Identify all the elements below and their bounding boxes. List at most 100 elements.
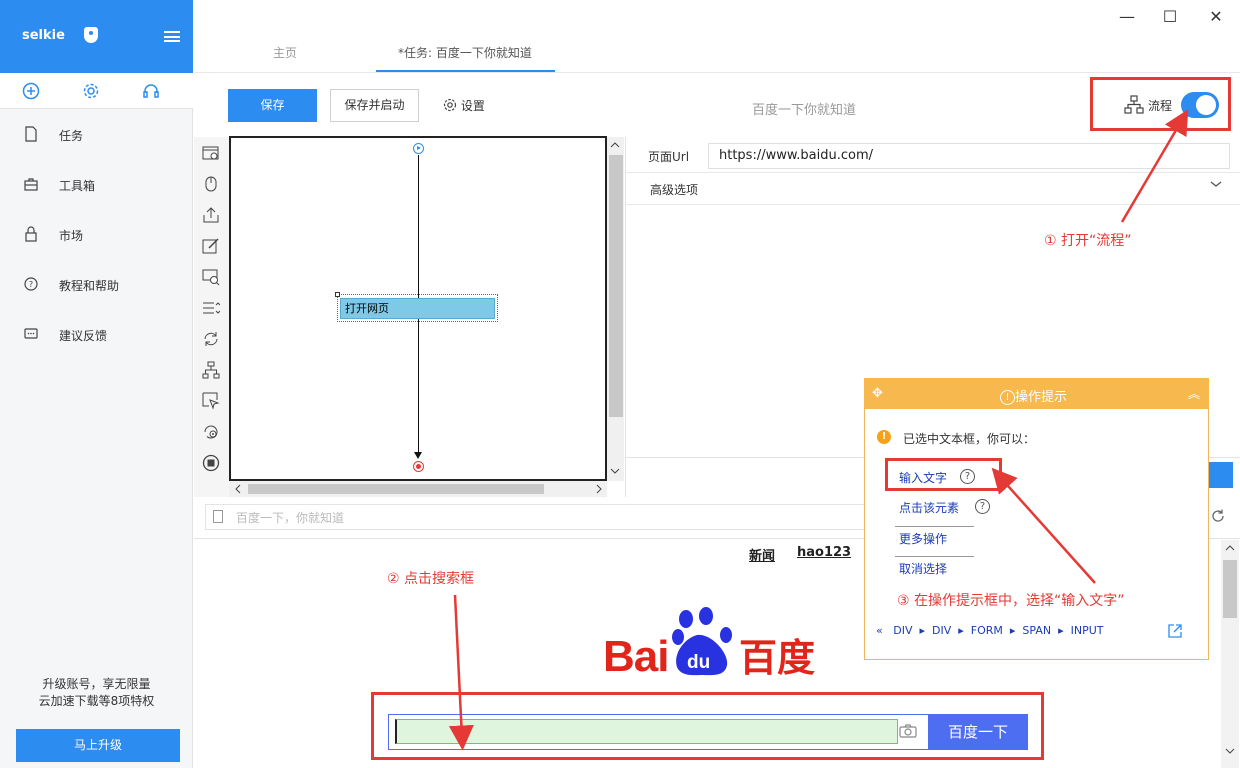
tips-option-label: 点击该元素 xyxy=(899,501,960,515)
annotation-highlight-box xyxy=(371,692,1044,760)
path-item[interactable]: DIV xyxy=(932,624,951,637)
save-and-run-button[interactable]: 保存并启动 xyxy=(330,89,419,122)
upgrade-button[interactable]: 马上升级 xyxy=(16,729,180,762)
element-path-breadcrumb: « DIV ▸ DIV ▸ FORM ▸ SPAN ▸ INPUT xyxy=(876,624,1104,637)
input-text-tool-icon[interactable] xyxy=(202,237,220,255)
promo-line: 升级账号，享无限量 xyxy=(42,677,151,691)
url-input[interactable]: https://www.baidu.com/ xyxy=(708,143,1230,169)
browser-scroll-thumb[interactable] xyxy=(1223,560,1237,618)
feedback-icon xyxy=(24,328,38,339)
branch-tool-icon[interactable] xyxy=(202,361,220,379)
path-back-icon[interactable]: « xyxy=(876,624,883,637)
path-item[interactable]: INPUT xyxy=(1071,624,1104,637)
flow-node-open-page[interactable]: 打开网页 xyxy=(340,298,495,319)
question-icon[interactable]: ? xyxy=(975,499,990,514)
operation-tips-title: ! 操作提示 xyxy=(1000,386,1067,405)
operation-tips-title-text: 操作提示 xyxy=(1015,390,1068,405)
captcha-tool-icon[interactable] xyxy=(202,268,220,286)
external-link-icon[interactable] xyxy=(1167,623,1183,639)
annotation-step1: ① 打开“流程” xyxy=(1044,233,1132,249)
path-item[interactable]: SPAN xyxy=(1022,624,1051,637)
help-icon: ? xyxy=(24,277,38,291)
url-label: 页面Url xyxy=(648,150,690,164)
form-action-button[interactable] xyxy=(1208,462,1233,488)
path-item[interactable]: DIV xyxy=(893,624,912,637)
reload-icon[interactable] xyxy=(1210,508,1226,524)
sidebar-item-tasks[interactable]: 任务 xyxy=(0,110,193,160)
close-icon[interactable]: ✕ xyxy=(1204,6,1228,30)
add-icon[interactable] xyxy=(22,82,40,100)
stop-tool-icon[interactable] xyxy=(202,454,220,472)
settings-label: 设置 xyxy=(460,99,485,113)
select-dropdown-tool-icon[interactable] xyxy=(202,299,220,317)
hamburger-menu-icon[interactable] xyxy=(164,31,180,42)
svg-text:Bai: Bai xyxy=(603,632,668,680)
tips-message: 已选中文本框，你可以： xyxy=(903,432,1036,446)
annotation-highlight-box xyxy=(885,458,1002,491)
scroll-left-icon[interactable] xyxy=(234,484,242,494)
gear-icon[interactable] xyxy=(82,82,100,100)
flow-vertical-scroll-thumb[interactable] xyxy=(609,155,623,417)
sidebar-item-feedback[interactable]: 建议反馈 xyxy=(0,310,193,360)
save-button[interactable]: 保存 xyxy=(228,89,317,122)
sidebar-item-label: 教程和帮助 xyxy=(59,279,120,293)
sidebar-item-label: 市场 xyxy=(59,229,84,243)
tab-task[interactable]: *任务: 百度一下你就知道 xyxy=(398,44,532,61)
maximize-icon[interactable]: ☐ xyxy=(1158,6,1182,30)
scroll-up-icon[interactable] xyxy=(1225,544,1235,552)
user-badge-icon[interactable] xyxy=(84,27,98,43)
tab-home[interactable]: 主页 xyxy=(273,44,297,61)
annotation-step3: ③ 在操作提示框中，选择“输入文字” xyxy=(897,593,1125,609)
scroll-right-icon[interactable] xyxy=(595,484,603,494)
click-tool-icon[interactable] xyxy=(202,175,220,193)
task-title: 百度一下你就知道 xyxy=(752,103,857,118)
chevron-down-icon[interactable] xyxy=(1210,180,1222,188)
open-page-tool-icon[interactable] xyxy=(202,144,220,162)
tips-option-click-element[interactable]: 点击该元素 xyxy=(899,499,959,516)
headset-icon[interactable] xyxy=(142,82,160,100)
annotation-highlight-box xyxy=(1090,77,1231,131)
advanced-options-row[interactable] xyxy=(626,172,1240,205)
operation-tips-panel xyxy=(864,378,1209,660)
warning-icon: ! xyxy=(877,430,891,444)
flow-start-icon xyxy=(413,143,424,154)
scroll-down-icon[interactable] xyxy=(1225,747,1235,755)
sidebar-item-help[interactable]: ? 教程和帮助 xyxy=(0,260,193,310)
flow-arrowhead xyxy=(414,452,422,459)
flow-horizontal-scroll-thumb[interactable] xyxy=(248,484,544,494)
loop-tool-icon[interactable] xyxy=(202,330,220,348)
path-item[interactable]: FORM xyxy=(971,624,1003,637)
page-icon xyxy=(213,510,223,523)
advanced-options-label: 高级选项 xyxy=(650,183,699,197)
settings-button[interactable]: 设置 xyxy=(443,97,485,114)
gear-icon xyxy=(443,98,457,112)
scroll-down-icon[interactable] xyxy=(610,467,620,475)
move-icon[interactable]: ✥ xyxy=(872,386,883,401)
sidebar-toolbar xyxy=(0,73,193,109)
divider xyxy=(895,556,974,557)
baidu-logo: Bai du 百度 xyxy=(603,607,815,680)
flow-end-icon xyxy=(413,461,424,472)
extract-tool-icon[interactable] xyxy=(202,206,220,224)
mouse-move-tool-icon[interactable] xyxy=(202,392,220,410)
top-link-news[interactable]: 新闻 xyxy=(749,545,775,564)
lock-icon xyxy=(25,226,37,242)
toolbox-icon xyxy=(24,178,38,191)
scroll-up-icon[interactable] xyxy=(610,141,620,149)
sidebar-item-label: 建议反馈 xyxy=(59,329,108,343)
tab-divider xyxy=(194,72,1240,73)
divider xyxy=(895,526,974,527)
document-icon xyxy=(25,126,37,142)
sidebar-item-toolbox[interactable]: 工具箱 xyxy=(0,160,193,210)
tips-option-more-actions[interactable]: 更多操作 xyxy=(899,530,947,547)
info-icon: ! xyxy=(1000,390,1015,405)
annotation-step2: ② 点击搜索框 xyxy=(387,571,475,587)
top-link-hao123[interactable]: hao123 xyxy=(797,545,851,560)
collapse-icon[interactable]: ︽ xyxy=(1188,385,1200,402)
sidebar-item-market[interactable]: 市场 xyxy=(0,210,193,260)
flow-node-handle[interactable] xyxy=(335,292,340,297)
tips-option-cancel-selection[interactable]: 取消选择 xyxy=(899,560,947,577)
minimize-icon[interactable]: — xyxy=(1115,6,1139,30)
app-logo: selkie xyxy=(22,28,65,43)
wait-tool-icon[interactable] xyxy=(202,423,220,441)
